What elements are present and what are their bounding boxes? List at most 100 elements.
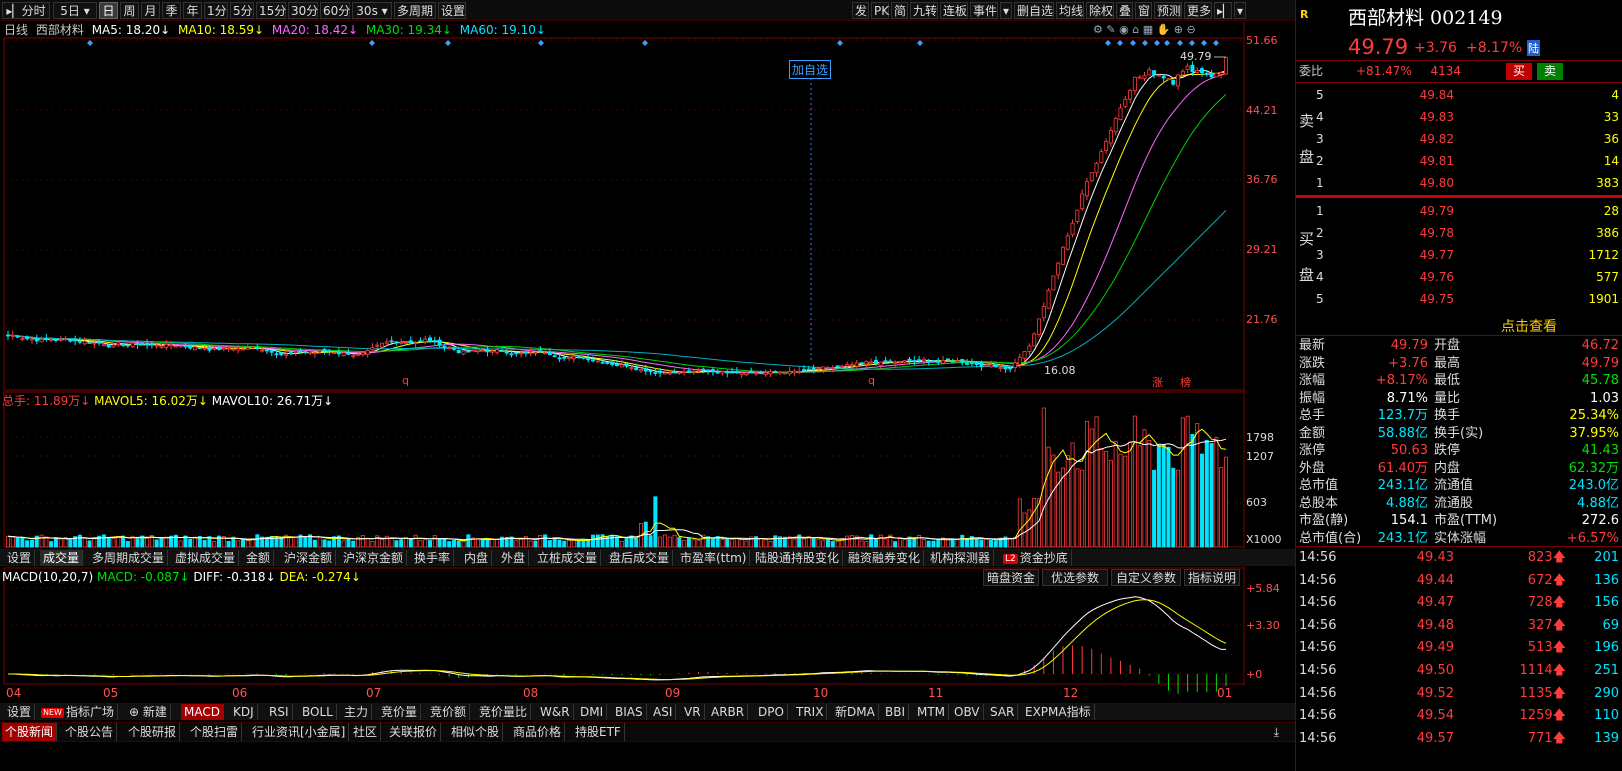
bid-row[interactable]: 4 49.76 577 (1296, 267, 1622, 287)
indicator-tab-settings[interactable]: 设置 (4, 550, 36, 566)
candle-body (264, 349, 269, 352)
bid-price: 49.77 (1419, 248, 1454, 262)
news-tab-industry[interactable]: 行业资讯[小金属] (249, 723, 350, 741)
ask-row[interactable]: 2 49.81 14 (1296, 151, 1622, 171)
formula-tab-dpo[interactable]: DPO (755, 704, 788, 720)
ask-row[interactable]: 3 49.82 36 (1296, 129, 1622, 149)
formula-tab-dmi[interactable]: DMI (577, 704, 608, 720)
formula-tab-boll[interactable]: BOLL (299, 704, 337, 720)
volume-bar (20, 537, 25, 548)
event-diamond-icon (87, 40, 93, 46)
ask-row[interactable]: 5 49.84 4 (1296, 85, 1622, 105)
ask-row[interactable]: 4 49.83 33 (1296, 107, 1622, 127)
bid-row[interactable]: 2 49.78 386 (1296, 223, 1622, 243)
add-favorite-marker[interactable]: 加自选 (789, 60, 832, 79)
candle-body (442, 345, 447, 348)
volume-bar (682, 540, 687, 548)
formula-tab-bias[interactable]: BIAS (612, 704, 647, 720)
volume-bar (1137, 445, 1142, 548)
formula-tab-mtm[interactable]: MTM (914, 704, 950, 720)
volume-bar (461, 540, 466, 548)
formula-tab-kdj[interactable]: KDJ (230, 704, 258, 720)
bid-volume: 577 (1596, 270, 1619, 284)
indicator-tab-hk-connect[interactable]: 陆股通持股变化 (752, 550, 844, 566)
indicator-tab-virtual-volume[interactable]: 虚拟成交量 (172, 550, 240, 566)
formula-tab-settings[interactable]: 设置 (4, 704, 36, 720)
total-volume-label: 总手: 11.89万↓ (2, 394, 91, 408)
custom-params-button[interactable]: 自定义参数 (1111, 569, 1181, 586)
news-tab-announcements[interactable]: 个股公告 (62, 723, 118, 741)
news-tab-etf[interactable]: 持股ETF (572, 723, 625, 741)
buy-button[interactable]: 买 (1506, 63, 1532, 80)
candle-body (768, 371, 773, 375)
indicator-tab-institution[interactable]: 机构探测器 (927, 550, 995, 566)
sell-button[interactable]: 卖 (1537, 63, 1563, 80)
formula-tab-vr[interactable]: VR (681, 704, 705, 720)
formula-tab-bid-amount[interactable]: 竞价额 (427, 704, 471, 720)
kline-chart[interactable] (0, 0, 1295, 715)
quote-value: 4.88亿 (1386, 495, 1428, 511)
download-icon[interactable]: ⤓ (1274, 725, 1279, 740)
indicator-tab-outer[interactable]: 外盘 (498, 550, 530, 566)
news-tab-risk-scan[interactable]: 个股扫雷 (187, 723, 243, 741)
formula-tab-main-force[interactable]: 主力 (341, 704, 373, 720)
formula-tab-expma[interactable]: EXPMA指标 (1022, 704, 1095, 720)
indicator-help-button[interactable]: 指标说明 (1184, 569, 1240, 586)
formula-tab-sar[interactable]: SAR (987, 704, 1019, 720)
news-tab-commodity[interactable]: 商品价格 (510, 723, 566, 741)
candle-body (245, 347, 250, 350)
bid-row[interactable]: 5 49.75 1901 (1296, 289, 1622, 309)
tick-count: 69 (1602, 617, 1619, 633)
indicator-tab-inner[interactable]: 内盘 (461, 550, 493, 566)
news-tab-similar-stocks[interactable]: 相似个股 (448, 723, 504, 741)
formula-tab-trix[interactable]: TRIX (793, 704, 828, 720)
volume-bar (730, 539, 735, 548)
candle-body (39, 338, 44, 343)
formula-tab-macd[interactable]: MACD (181, 704, 224, 720)
indicator-tab-multi-volume[interactable]: 多周期成交量 (89, 550, 169, 566)
news-tab-stock-news[interactable]: 个股新闻 (2, 723, 58, 741)
quote-row: 总市值(合) 243.1亿 实体涨幅 +6.57% (1296, 530, 1622, 547)
news-tab-research[interactable]: 个股研报 (125, 723, 181, 741)
formula-tab-new-dma[interactable]: 新DMA (832, 704, 879, 720)
formula-tab-wr[interactable]: W&R (537, 704, 574, 720)
quote-value: 123.7万 (1377, 408, 1428, 423)
candle-body (763, 372, 768, 375)
volume-bar (451, 539, 456, 548)
news-tab-related-quotes[interactable]: 关联报价 (386, 723, 442, 741)
indicator-tab-amount[interactable]: 金额 (243, 550, 275, 566)
volume-bar (154, 539, 159, 548)
formula-tab-bid-ratio[interactable]: 竞价量比 (476, 704, 532, 720)
dark-pool-button[interactable]: 暗盘资金 (983, 569, 1039, 586)
indicator-tab-afterhours-volume[interactable]: 盘后成交量 (606, 550, 674, 566)
indicator-tab-pe-ttm[interactable]: 市盈率(ttm) (677, 550, 751, 566)
volume-bar (1118, 453, 1123, 548)
formula-tab-new[interactable]: ⊕ 新建 (126, 704, 171, 720)
optimal-params-button[interactable]: 优选参数 (1042, 569, 1108, 586)
view-more-link[interactable]: 点击查看 (1501, 316, 1557, 336)
ask-row[interactable]: 1 49.80 383 (1296, 173, 1622, 193)
formula-tab-obv[interactable]: OBV (951, 704, 984, 720)
formula-tab-bid-volume[interactable]: 竞价量 (378, 704, 422, 720)
candle-body (92, 342, 97, 345)
indicator-tab-capital-bottom[interactable]: L2 资金抄底 (1000, 550, 1072, 566)
bid-row[interactable]: 1 49.79 28 (1296, 201, 1622, 221)
quote-label: 外盘 (1299, 460, 1326, 476)
news-tab-community[interactable]: 社区 (350, 723, 382, 741)
volume-bar (634, 538, 639, 548)
formula-tab-arbr[interactable]: ARBR (708, 704, 749, 720)
formula-tab-bbi[interactable]: BBI (882, 704, 910, 720)
indicator-tab-pile-volume[interactable]: 立桩成交量 (534, 550, 602, 566)
formula-tab-square[interactable]: NEW 指标广场 (38, 704, 118, 720)
formula-tab-rsi[interactable]: RSI (266, 704, 293, 720)
indicator-tab-turnover[interactable]: 换手率 (411, 550, 455, 566)
candle-body (773, 370, 778, 373)
indicator-tab-sh-amount[interactable]: 沪深金额 (281, 550, 337, 566)
formula-tab-asi[interactable]: ASI (650, 704, 677, 720)
quote-value: +8.17% (1375, 373, 1428, 388)
indicator-tab-volume[interactable]: 成交量 (40, 550, 84, 566)
news-tabbar: 个股新闻 个股公告 个股研报 个股扫雷 行业资讯[小金属] 社区 关联报价 相似… (0, 722, 1295, 742)
bid-row[interactable]: 3 49.77 1712 (1296, 245, 1622, 265)
indicator-tab-margin[interactable]: 融资融券变化 (845, 550, 925, 566)
indicator-tab-shbj-amount[interactable]: 沪深京金额 (340, 550, 408, 566)
